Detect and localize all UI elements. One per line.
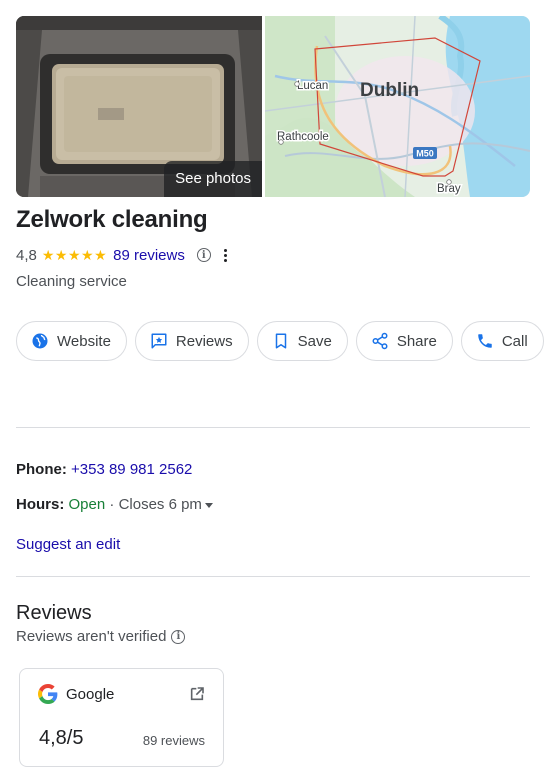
reviews-heading: Reviews	[16, 602, 92, 624]
share-icon	[371, 332, 389, 350]
action-buttons: Website Reviews Save Share Call	[16, 321, 544, 361]
business-photo[interactable]: See photos	[16, 16, 262, 197]
phone-number-link[interactable]: +353 89 981 2562	[71, 461, 192, 478]
map-image: M50 Dublin Lucan Rathcoole Bray	[265, 16, 530, 197]
reviews-button-label: Reviews	[175, 332, 233, 350]
chevron-down-icon	[204, 502, 213, 508]
rating-value: 4,8	[16, 246, 37, 264]
reviews-note: Reviews aren't verified i	[16, 628, 186, 645]
save-button-label: Save	[297, 332, 332, 350]
reviews-note-text: Reviews aren't verified	[16, 628, 167, 645]
info-icon[interactable]: i	[196, 248, 211, 262]
see-photos-button[interactable]: See photos	[164, 161, 262, 197]
phone-icon	[476, 332, 494, 350]
suggest-edit-link[interactable]: Suggest an edit	[16, 536, 120, 553]
map-label-bray: Bray	[437, 183, 461, 195]
google-logo-icon	[38, 684, 58, 709]
suggest-edit-row: Suggest an edit	[16, 536, 120, 553]
hours-closing-time: Closes 6 pm	[118, 496, 202, 513]
share-button-label: Share	[396, 332, 437, 350]
reviews-count-link[interactable]: 89 reviews	[113, 247, 185, 264]
review-score: 4,8/5	[39, 727, 84, 749]
share-button[interactable]: Share	[355, 321, 453, 361]
reviews-button[interactable]: Reviews	[134, 321, 249, 361]
phone-label: Phone:	[16, 461, 67, 478]
save-button[interactable]: Save	[256, 321, 348, 361]
section-divider	[16, 427, 530, 428]
call-button-label: Call	[501, 332, 528, 350]
info-icon[interactable]: i	[171, 629, 186, 644]
review-star-icon	[150, 332, 168, 350]
media-row: See photos M50 Dublin Lucan Rathcoole Br…	[16, 16, 530, 197]
phone-row: Phone: +353 89 981 2562	[16, 461, 192, 478]
globe-icon	[31, 332, 49, 350]
review-source-card[interactable]: Google 4,8/5 89 reviews	[19, 668, 224, 767]
map-label-dublin: Dublin	[360, 80, 419, 101]
section-divider	[16, 576, 530, 577]
more-options-icon[interactable]	[223, 248, 228, 262]
hours-status: Open	[68, 496, 106, 513]
business-category: Cleaning service	[16, 273, 127, 290]
business-name: Zelwork cleaning	[16, 206, 208, 233]
map-thumbnail[interactable]: M50 Dublin Lucan Rathcoole Bray	[265, 16, 530, 197]
website-button-label: Website	[57, 332, 111, 350]
call-button[interactable]: Call	[460, 321, 544, 361]
map-label-motorway: M50	[416, 149, 434, 159]
review-count: 89 reviews	[142, 733, 205, 748]
hours-row: Hours: Open · Closes 6 pm	[16, 496, 213, 513]
review-source-name: Google	[66, 686, 115, 703]
hours-label: Hours:	[16, 496, 65, 513]
bookmark-icon	[272, 332, 290, 350]
map-label-lucan: Lucan	[297, 80, 328, 92]
hours-closing-dropdown[interactable]: Closes 6 pm	[119, 496, 213, 513]
hours-separator: ·	[105, 496, 119, 513]
map-label-rathcoole: Rathcoole	[277, 131, 329, 143]
rating-row: 4,8 ★★★★★ 89 reviews i	[16, 245, 228, 265]
star-rating-icon: ★★★★★	[41, 246, 108, 263]
open-external-icon[interactable]	[189, 686, 205, 707]
website-button[interactable]: Website	[16, 321, 127, 361]
